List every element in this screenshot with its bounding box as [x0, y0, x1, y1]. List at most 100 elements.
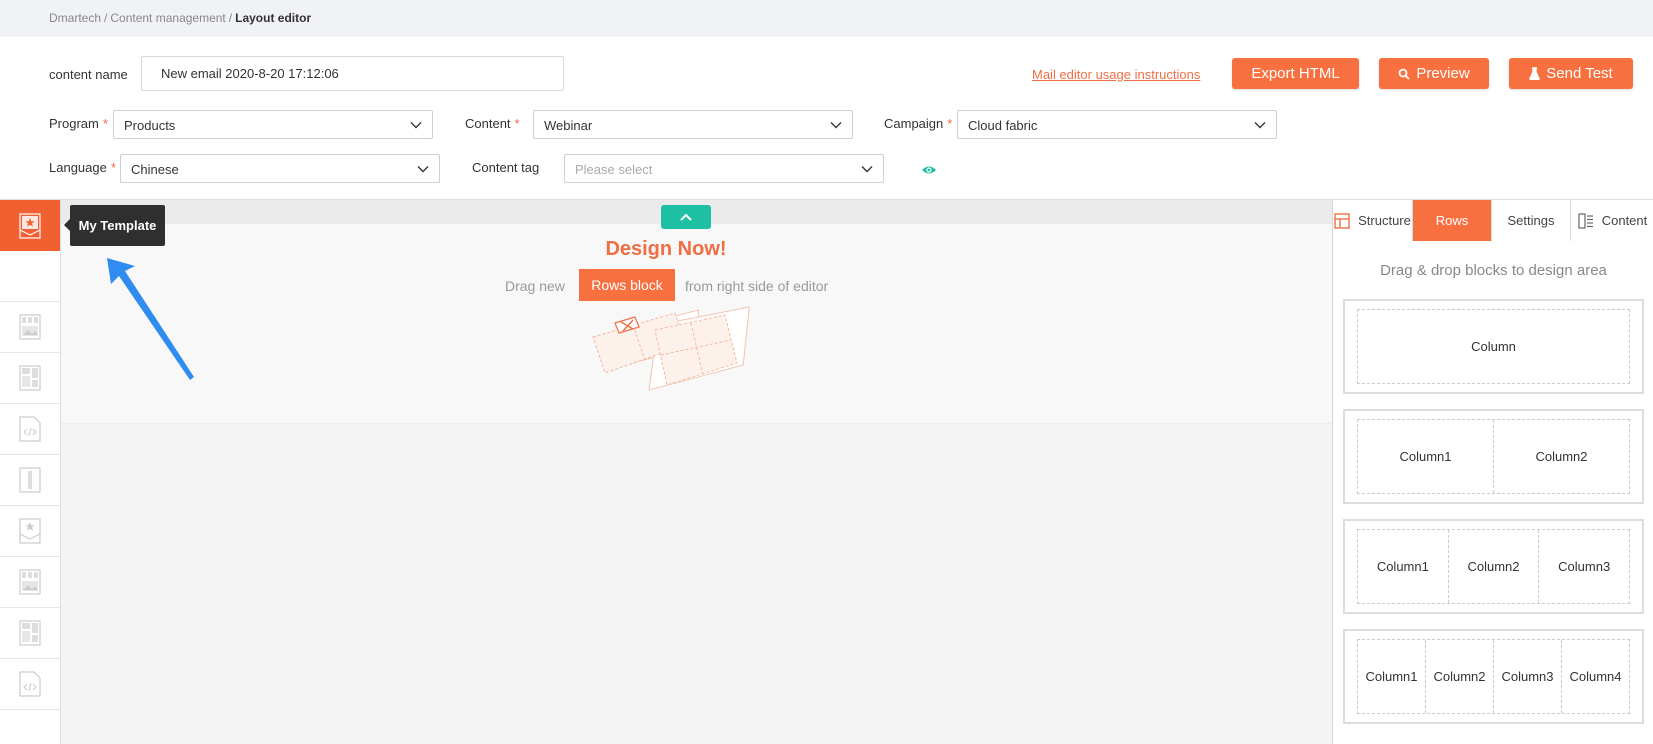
annotation-arrow-icon [107, 258, 194, 380]
chevron-down-icon [417, 166, 429, 173]
campaign-label: Campaign * [884, 116, 953, 131]
export-html-button[interactable]: Export HTML [1232, 58, 1359, 89]
row-columns: Column [1357, 309, 1630, 384]
row-column: Column [1471, 339, 1516, 354]
row-column: Column1 [1358, 640, 1426, 713]
breadcrumb-item-dmartech[interactable]: Dmartech [49, 11, 101, 25]
chevron-down-icon [861, 166, 873, 173]
row-column: Column3 [1558, 559, 1611, 574]
row-columns: Column1 Column2 Column3 Column4 [1357, 639, 1630, 714]
row-column: Column2 [1535, 449, 1588, 464]
tab-rows-label: Rows [1435, 213, 1469, 228]
program-select[interactable]: Products [113, 110, 433, 139]
row-block-4-columns[interactable]: Column1 Column2 Column3 Column4 [1343, 629, 1644, 724]
rows-illustration [592, 306, 750, 391]
preview-button[interactable]: Preview [1379, 58, 1489, 89]
search-icon [1398, 68, 1410, 80]
row-columns: Column1 Column2 [1357, 419, 1630, 494]
language-select[interactable]: Chinese [120, 154, 440, 183]
panel-drag-hint: Drag & drop blocks to design area [1380, 262, 1607, 279]
rail-item-template[interactable] [0, 506, 60, 557]
panel-tabs: Structure Rows Settings Content [1333, 200, 1653, 241]
layout-grid-icon [19, 365, 41, 391]
content-name-value: New email 2020-8-20 17:12:06 [161, 66, 339, 81]
tab-rows[interactable]: Rows [1413, 200, 1492, 241]
eye-icon[interactable] [921, 163, 937, 177]
block-tool-rail [0, 200, 61, 744]
chevron-up-icon [680, 213, 692, 221]
my-template-tooltip: My Template [64, 205, 165, 246]
image-gallery-icon [19, 314, 41, 340]
usage-instructions-link[interactable]: Mail editor usage instructions [1032, 67, 1200, 82]
send-test-button[interactable]: Send Test [1509, 58, 1633, 89]
send-test-label: Send Test [1546, 65, 1613, 82]
template-icon [19, 518, 41, 544]
breadcrumb-separator: / [104, 11, 108, 25]
rail-item-my-template[interactable] [0, 200, 60, 251]
breadcrumb-current: Layout editor [235, 11, 312, 25]
rail-empty-slot [0, 251, 60, 302]
breadcrumb-item-content-management[interactable]: Content management [110, 11, 225, 25]
row-column: Column2 [1449, 530, 1540, 603]
content-value: Webinar [544, 118, 593, 133]
row-block-3-columns[interactable]: Column1 Column2 Column3 [1343, 519, 1644, 614]
right-panel: Structure Rows Settings Content Drag & d… [1332, 200, 1653, 744]
tab-settings[interactable]: Settings [1492, 200, 1571, 241]
row-block-2-columns[interactable]: Column1 Column2 [1343, 409, 1644, 504]
code-file-icon [19, 671, 41, 697]
row-column: Column1 [1358, 530, 1449, 603]
row-column: Column2 [1426, 640, 1494, 713]
language-label: Language * [49, 160, 116, 175]
image-gallery-icon [19, 569, 41, 595]
column-icon [19, 467, 41, 493]
layout-grid-icon [19, 620, 41, 646]
campaign-value: Cloud fabric [968, 118, 1038, 133]
content-name-input[interactable]: New email 2020-8-20 17:12:06 [141, 56, 564, 91]
export-html-label: Export HTML [1251, 65, 1340, 82]
content-tag-placeholder: Please select [575, 162, 653, 177]
rail-item-layout-grid-2[interactable] [0, 608, 60, 659]
chevron-down-icon [410, 122, 422, 129]
code-file-icon [19, 416, 41, 442]
chevron-down-icon [830, 122, 842, 129]
content-tag-label: Content tag [472, 160, 540, 175]
row-block-1-column[interactable]: Column [1343, 299, 1644, 394]
rail-item-code[interactable] [0, 404, 60, 455]
program-label: Program * [49, 116, 108, 131]
flask-icon [1529, 67, 1540, 80]
row-column: Column1 [1358, 420, 1494, 493]
language-value: Chinese [131, 162, 179, 177]
template-icon [19, 212, 41, 239]
tab-structure-label: Structure [1358, 213, 1411, 228]
breadcrumb: Dmartech / Content management / Layout edito… [0, 0, 1653, 37]
rail-item-divider[interactable] [0, 455, 60, 506]
chevron-down-icon [1254, 122, 1266, 129]
content-label: Content * [465, 116, 520, 131]
row-column: Column3 [1494, 640, 1562, 713]
content-icon [1578, 212, 1593, 229]
row-columns: Column1 Column2 Column3 [1357, 529, 1630, 604]
program-value: Products [124, 118, 176, 133]
campaign-select[interactable]: Cloud fabric [957, 110, 1277, 139]
design-now-title: Design Now! [605, 238, 727, 260]
content-select[interactable]: Webinar [533, 110, 853, 139]
structure-icon [1334, 212, 1350, 229]
tooltip-text: My Template [78, 218, 157, 233]
tab-content[interactable]: Content [1571, 200, 1653, 241]
rows-block-chip: Rows block [579, 269, 675, 301]
tab-structure[interactable]: Structure [1333, 200, 1413, 241]
tab-content-label: Content [1601, 213, 1648, 228]
content-name-label: content name [49, 67, 128, 82]
drag-hint-after: from right side of editor [685, 278, 829, 294]
row-column: Column4 [1569, 669, 1622, 684]
rail-item-image-gallery-2[interactable] [0, 557, 60, 608]
rail-item-code-2[interactable] [0, 659, 60, 710]
drag-hint-before: Drag new [505, 278, 565, 294]
breadcrumb-separator: / [228, 11, 233, 25]
rail-item-image-gallery[interactable] [0, 302, 60, 353]
preview-label: Preview [1416, 65, 1470, 82]
collapse-header-button[interactable] [661, 205, 711, 229]
content-tag-select[interactable]: Please select [564, 154, 884, 183]
rail-item-layout-grid[interactable] [0, 353, 60, 404]
tab-settings-label: Settings [1507, 213, 1555, 228]
